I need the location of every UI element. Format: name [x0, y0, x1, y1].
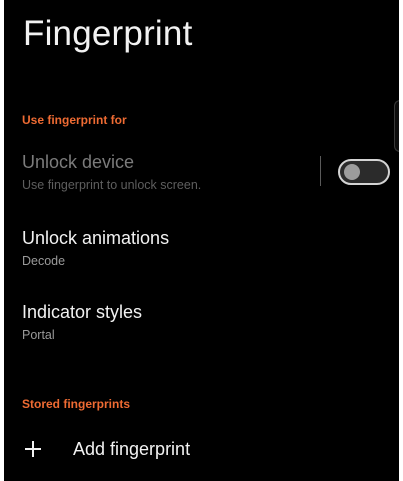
unlock-animations-title: Unlock animations [22, 228, 170, 248]
unlock-device-summary: Use fingerprint to unlock screen. [22, 178, 202, 192]
page-title: Fingerprint [23, 14, 193, 53]
switch-divider [320, 156, 321, 186]
add-fingerprint-label: Add fingerprint [73, 439, 191, 459]
unlock-animations-summary: Decode [22, 254, 66, 268]
section-header-stored-fingerprints: Stored fingerprints [22, 397, 131, 411]
unlock-animations-row[interactable]: Unlock animations Decode [4, 220, 399, 280]
section-header-use-fingerprint: Use fingerprint for [22, 113, 127, 127]
indicator-styles-summary: Portal [22, 328, 55, 342]
unlock-device-title: Unlock device [22, 152, 135, 172]
plus-icon [24, 440, 42, 458]
unlock-device-switch[interactable] [338, 159, 390, 185]
switch-thumb [344, 164, 360, 180]
indicator-styles-row[interactable]: Indicator styles Portal [4, 294, 399, 354]
add-fingerprint-row[interactable]: Add fingerprint [4, 432, 399, 472]
settings-screen: Fingerprint Use fingerprint for Unlock d… [4, 0, 399, 481]
indicator-styles-title: Indicator styles [22, 302, 143, 322]
